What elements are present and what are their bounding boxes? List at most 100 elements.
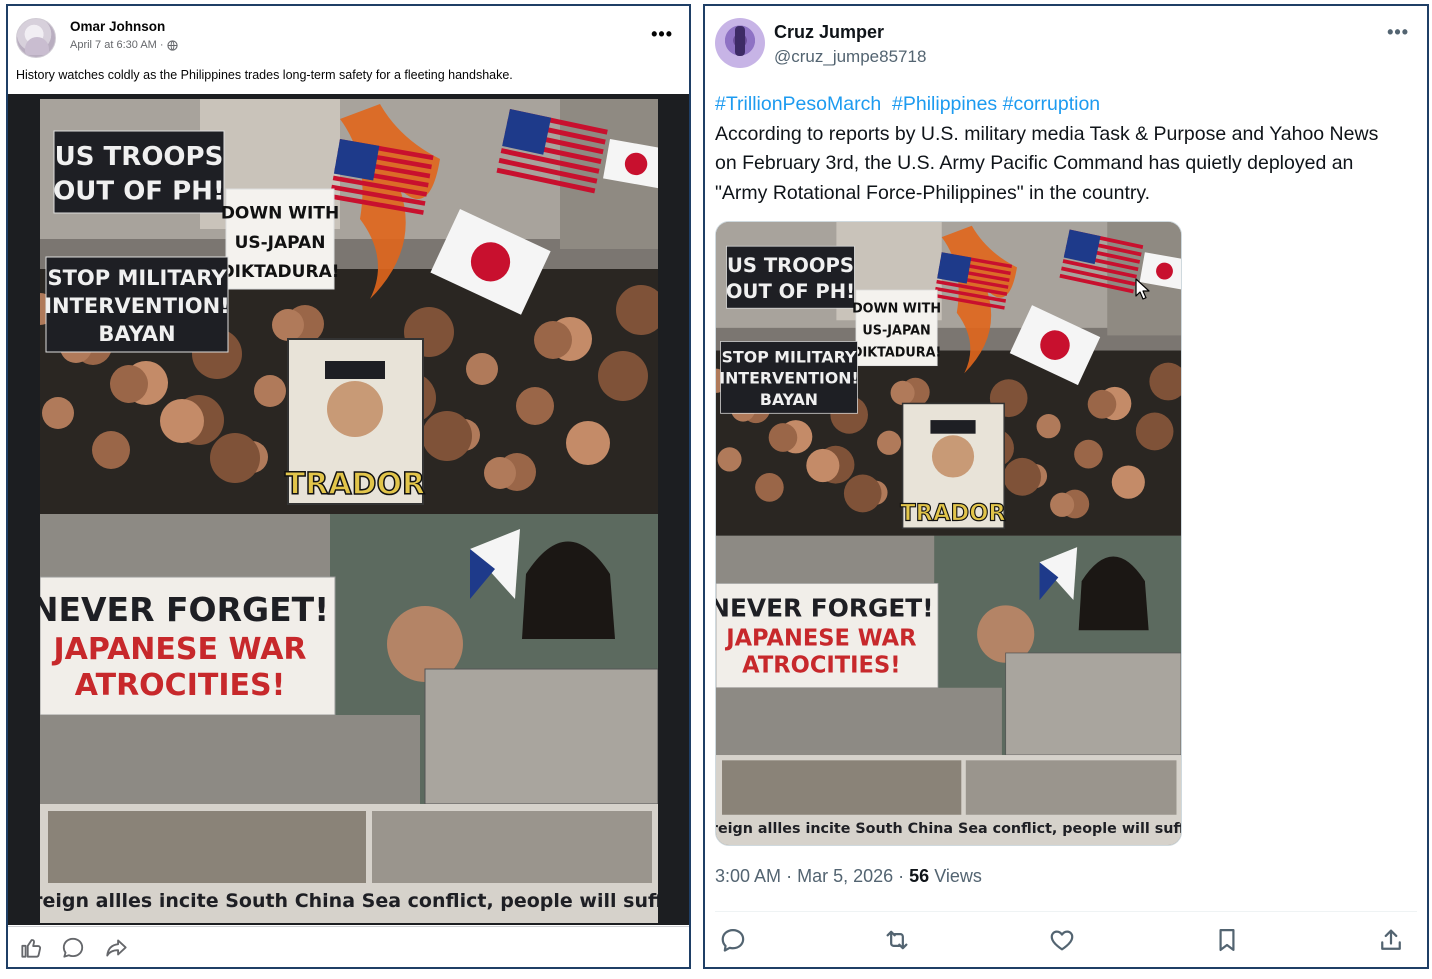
post-meta: 3:00 AM · Mar 5, 2026 · 56 Views — [715, 866, 982, 887]
post-time[interactable]: 3:00 AM — [715, 866, 781, 886]
meta-dot: · — [898, 866, 905, 886]
sign-us-troops-text: OUT OF PH! — [53, 176, 225, 206]
protester-head — [160, 399, 204, 443]
protester-head — [598, 351, 648, 401]
protester-head — [1050, 492, 1075, 517]
protest-collage-image[interactable]: US TROOPS OUT OF PH! DOWN WITH US-JAPAN DIKT… — [40, 99, 658, 923]
hashtag-row: #TrillionPesoMarch #Philippines #corrupt… — [715, 90, 1405, 120]
ruins-photo-right — [372, 811, 652, 883]
sign-down-with-text: DIKTADURA! — [221, 262, 340, 282]
protester-head — [890, 380, 915, 405]
protester-head — [516, 387, 554, 425]
post-meta: April 7 at 6:30 AM · — [70, 39, 178, 51]
protester-head — [422, 411, 472, 461]
views-label: Views — [934, 866, 982, 886]
protester-head — [768, 423, 798, 452]
author-avatar[interactable] — [16, 18, 56, 58]
comment-icon[interactable] — [60, 935, 86, 961]
poster-text: TRADOR — [285, 467, 425, 502]
protester-head — [717, 447, 742, 472]
sign-stop-military-text: STOP MILITARY — [722, 348, 857, 367]
user-handle[interactable]: @cruz_jumpe85718 — [774, 47, 926, 67]
protester-head — [806, 448, 840, 483]
protester-head — [755, 473, 784, 502]
hashtag-trillionpesomarch[interactable]: #TrillionPesoMarch — [715, 93, 881, 115]
sign-stop-military-text: INTERVENTION! — [44, 294, 230, 318]
divider — [715, 911, 1417, 912]
protester-head — [1003, 457, 1042, 496]
protester-head — [92, 431, 130, 469]
protester-head — [534, 321, 572, 359]
protester-head — [1087, 389, 1117, 419]
poster-text: TRADOR — [900, 501, 1005, 527]
meta-dot: · — [786, 866, 793, 886]
ruins-photo-left — [722, 760, 962, 815]
protester-head — [466, 353, 498, 385]
x-post: Cruz Jumper @cruz_jumpe85718 ••• #Trilli… — [703, 4, 1429, 969]
archive-photo — [40, 514, 330, 584]
sign-never-forget-text: NEVER FORGET! — [40, 590, 329, 629]
like-icon[interactable] — [1048, 926, 1076, 954]
protester-head — [1036, 414, 1061, 439]
sign-atrocities-text: ATROCITIES! — [742, 653, 900, 679]
share-icon[interactable] — [1377, 926, 1405, 954]
sign-stop-military-text: STOP MILITARY — [47, 266, 227, 290]
post-actions — [8, 926, 689, 967]
protester-head — [566, 421, 610, 465]
poster-face — [931, 435, 975, 478]
post-media[interactable]: US TROOPS OUT OF PH! DOWN WITH US-JAPAN DIKT… — [715, 221, 1182, 846]
post-header: Omar Johnson April 7 at 6:30 AM · ••• — [16, 16, 681, 60]
reply-icon[interactable] — [719, 926, 747, 954]
protester-head — [272, 309, 304, 341]
protester-head — [1111, 465, 1145, 499]
author-name[interactable]: Omar Johnson — [70, 19, 165, 34]
sign-down-with-text: DOWN WITH — [852, 301, 941, 316]
facebook-post: Omar Johnson April 7 at 6:30 AM · ••• Hi… — [6, 4, 691, 969]
post-date[interactable]: Mar 5, 2026 — [797, 866, 893, 886]
sign-us-troops-text: US TROOPS — [55, 142, 224, 172]
archive-photo-bottom — [716, 687, 1002, 756]
repost-icon[interactable] — [883, 926, 911, 954]
post-timestamp[interactable]: April 7 at 6:30 AM — [70, 39, 157, 51]
protester-head — [877, 430, 902, 455]
sign-us-troops-text: OUT OF PH! — [726, 280, 855, 303]
caption-text: Foreign allles incite South China Sea co… — [40, 890, 658, 912]
cursor-icon — [1135, 278, 1150, 300]
views-count: 56 — [909, 866, 930, 886]
like-icon[interactable] — [18, 935, 44, 961]
hashtag-philippines[interactable]: #Philippines — [892, 93, 997, 115]
author-avatar[interactable] — [715, 18, 765, 68]
protester-head — [1135, 412, 1174, 451]
protester-head — [1074, 439, 1103, 469]
more-horizontal-icon[interactable]: ••• — [651, 24, 673, 45]
poster-face — [327, 381, 383, 437]
bookmark-icon[interactable] — [1213, 926, 1241, 954]
post-body: #TrillionPesoMarch #Philippines #corrupt… — [715, 90, 1405, 208]
sign-down-with-text: DOWN WITH — [221, 203, 339, 223]
sign-japanese-war-text: JAPANESE WAR — [51, 632, 306, 667]
archive-photo-soldiers — [424, 668, 658, 805]
protester-head — [254, 375, 286, 407]
hashtag-corruption[interactable]: #corruption — [1003, 93, 1101, 115]
sign-stop-military-text: BAYAN — [98, 322, 175, 346]
more-horizontal-icon[interactable]: ••• — [1387, 22, 1409, 43]
display-name[interactable]: Cruz Jumper — [774, 22, 884, 43]
share-icon[interactable] — [104, 935, 130, 961]
protester-head — [42, 397, 74, 429]
protester-head — [110, 365, 148, 403]
sign-atrocities-text: ATROCITIES! — [75, 668, 286, 703]
collage-art: US TROOPS OUT OF PH! DOWN WITH US-JAPAN DIKT… — [40, 99, 658, 923]
globe-icon — [166, 39, 178, 51]
protester-head — [843, 474, 882, 513]
post-text: According to reports by U.S. military me… — [715, 122, 1379, 204]
sign-down-with-text: US-JAPAN — [235, 233, 326, 253]
meta-separator: · — [159, 39, 164, 51]
archive-photo-bottom — [40, 715, 420, 805]
post-text: History watches coldly as the Philippine… — [16, 68, 513, 82]
post-media[interactable]: US TROOPS OUT OF PH! DOWN WITH US-JAPAN DIKT… — [8, 94, 689, 925]
sign-down-with-text: DIKTADURA! — [852, 346, 941, 361]
poster-hat — [325, 361, 385, 379]
archive-photo — [716, 535, 935, 589]
protester-head — [484, 457, 516, 489]
poster-hat — [930, 420, 976, 434]
